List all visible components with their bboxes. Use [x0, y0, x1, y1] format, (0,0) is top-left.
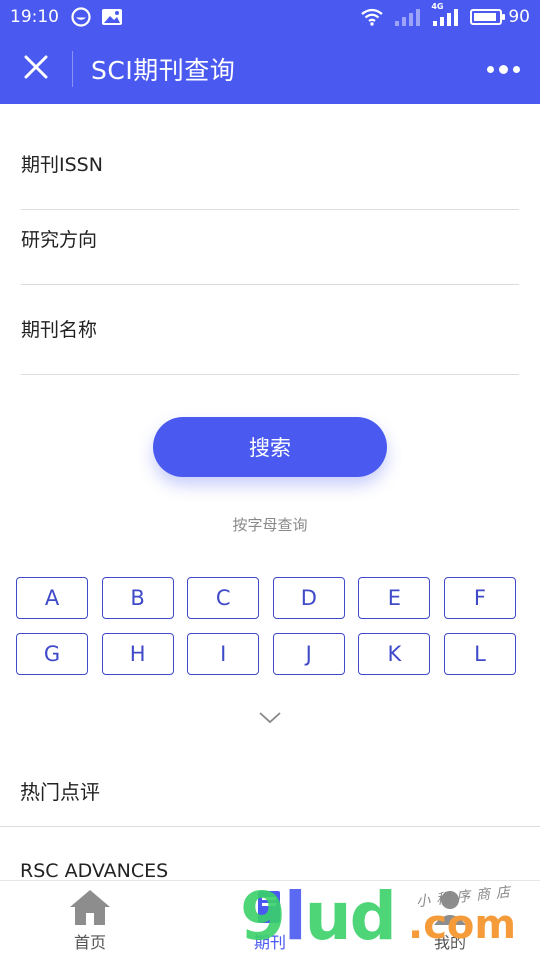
battery-icon: [470, 9, 506, 25]
battery-level: 90: [508, 7, 530, 27]
tab-bar: 首页 期刊 我的: [0, 880, 540, 960]
letter-button-b[interactable]: B: [101, 577, 174, 619]
letter-button-g[interactable]: G: [16, 633, 88, 675]
signal-icon: [394, 8, 422, 26]
letter-button-i[interactable]: I: [187, 633, 260, 675]
status-time: 19:10: [10, 7, 59, 27]
network-label: 4G: [431, 2, 444, 11]
journal-icon: [248, 887, 292, 927]
close-button[interactable]: [0, 34, 72, 104]
signal-4g-icon: 4G: [431, 2, 460, 26]
journal-name-input[interactable]: [21, 318, 519, 341]
page-title: SCI期刊查询: [91, 56, 236, 85]
tab-journal[interactable]: 期刊: [180, 881, 360, 960]
profile-icon: [428, 887, 472, 927]
name-field-row: [21, 285, 519, 375]
search-button[interactable]: 搜索: [153, 417, 387, 477]
status-right-group: 4G 90: [360, 2, 530, 27]
research-direction-input[interactable]: [21, 228, 519, 251]
letter-button-j[interactable]: J: [272, 633, 345, 675]
tab-home-label: 首页: [73, 933, 106, 952]
nav-divider: [72, 51, 73, 87]
letter-search-hint: 按字母查询: [232, 516, 308, 534]
tab-profile[interactable]: 我的: [360, 881, 540, 960]
status-bar: 19:10 4G 90: [0, 0, 540, 34]
close-icon: [23, 54, 49, 84]
nav-bar: SCI期刊查询: [0, 34, 540, 104]
tab-profile-label: 我的: [433, 933, 466, 952]
letter-button-h[interactable]: H: [101, 633, 174, 675]
hot-reviews-title: 热门点评: [20, 780, 100, 804]
letter-button-c[interactable]: C: [187, 577, 260, 619]
more-dots-icon[interactable]: [487, 64, 520, 74]
wifi-icon: [360, 8, 384, 26]
home-icon: [68, 887, 112, 927]
letter-button-l[interactable]: L: [443, 633, 516, 675]
letter-button-d[interactable]: D: [272, 577, 345, 619]
notification-app-icon: [71, 7, 91, 27]
letter-button-a[interactable]: A: [16, 577, 88, 619]
letter-button-e[interactable]: E: [358, 577, 431, 619]
letter-button-f[interactable]: F: [443, 577, 516, 619]
section-divider: [0, 826, 540, 827]
hot-review-item[interactable]: RSC ADVANCES: [20, 860, 168, 882]
letter-grid: ABCDEF GHIJKL: [16, 577, 516, 675]
tab-journal-label: 期刊: [253, 933, 286, 952]
letter-button-k[interactable]: K: [358, 633, 431, 675]
issn-input[interactable]: [21, 153, 519, 176]
direction-field-row: [21, 195, 519, 285]
chevron-down-icon[interactable]: [258, 710, 282, 726]
tab-home[interactable]: 首页: [0, 881, 180, 960]
image-icon: [101, 8, 123, 26]
battery-fill: [474, 13, 496, 21]
